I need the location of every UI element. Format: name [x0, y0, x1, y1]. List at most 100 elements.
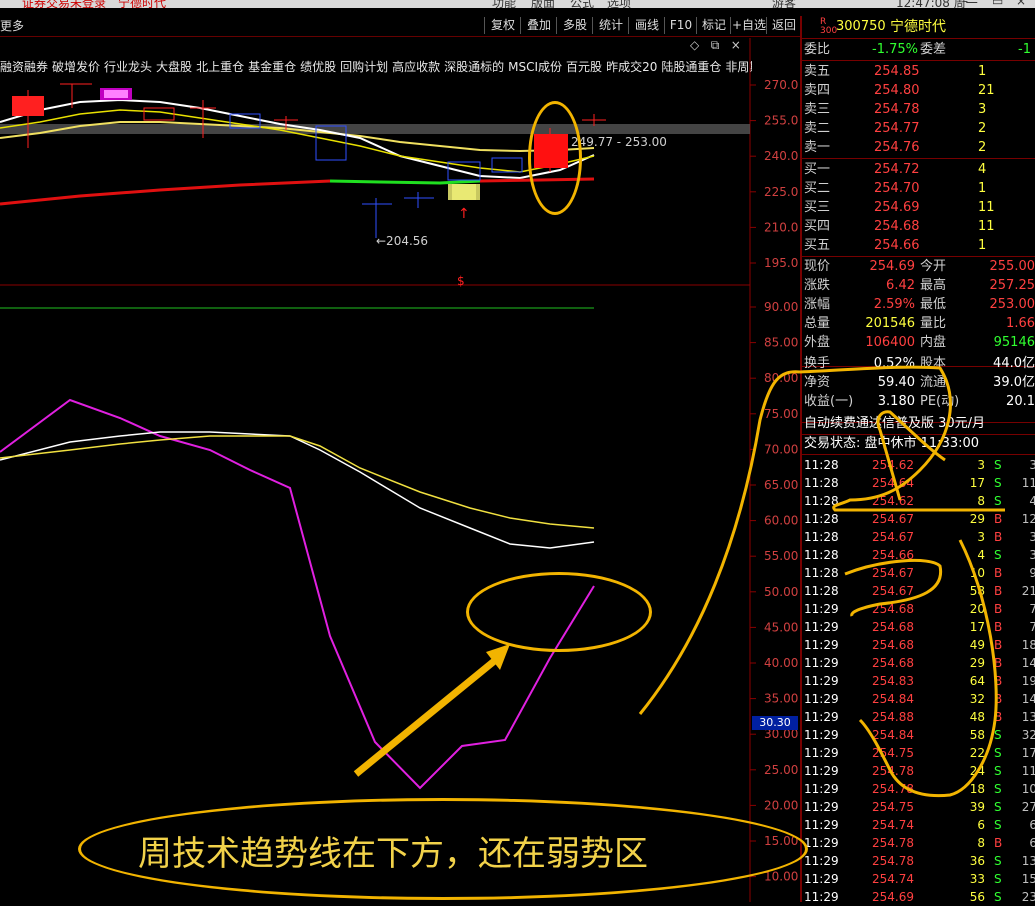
y-tick-label: 45.00 [764, 620, 798, 634]
more-menu[interactable]: 更多 [0, 17, 24, 34]
quote-stat-row: 换手 0.52% 股本 44.0亿 [804, 356, 1035, 371]
quote-stat-row: 涨幅 2.59% 最低 253.00 [804, 297, 1035, 312]
buy-signal-arrow-icon: ↑ [458, 206, 470, 222]
quote-stat-row: 涨跌 6.42 最高 257.25 [804, 278, 1035, 293]
quote-stat-row: 现价 254.69 今开 255.00 [804, 259, 1035, 274]
minimize-icon[interactable]: – [962, 0, 968, 8]
orderbook-row[interactable]: 买三 254.69 11 [802, 198, 1035, 217]
tick-row: 11:28 254.62 8 S 4 [804, 494, 1035, 508]
window-title-bar: 证券交易未登录 宁德时代 功能 版面 公式 选项 游客 12:47:08 周一 … [0, 0, 1035, 8]
menu-item-options[interactable]: 选项 [607, 0, 631, 8]
y-tick-label: 25.00 [764, 763, 798, 777]
chart-area[interactable]: 270.0 255.0 240.0 225.0 210.0 195.0 90.00 85.0… [0, 38, 800, 902]
tick-row: 11:29 254.78 18 S 10 [804, 782, 1035, 796]
tick-row: 11:29 254.68 20 B 7 [804, 602, 1035, 616]
promo-text[interactable]: 自动续费通达信普及版 30元/月 [804, 414, 1035, 433]
y-tick-label: 60.00 [764, 514, 798, 528]
add-watchlist-button[interactable]: +自选 [730, 17, 767, 34]
tick-row: 11:28 254.62 3 S 3 [804, 458, 1035, 472]
candlesticks [12, 83, 606, 238]
tick-row: 11:29 254.78 24 S 11 [804, 764, 1035, 778]
draw-line-button[interactable]: 画线 [628, 17, 665, 34]
quote-panel: R 300 300750 宁德时代 委比 -1.75% 委差 -1 卖五 254.8… [800, 16, 1035, 904]
statistics-button[interactable]: 统计 [592, 17, 629, 34]
quote-stat-row: 净资 59.40 流通 39.0亿 [804, 375, 1035, 390]
orderbook-row[interactable]: 买五 254.66 1 [802, 236, 1035, 255]
trade-state: 交易状态: 盘中休市 11:33:00 [804, 436, 980, 451]
y-tick-label: 85.00 [764, 336, 798, 350]
menu-item-function[interactable]: 功能 [492, 0, 516, 8]
window-title-stock: 宁德时代 [118, 0, 167, 8]
close-icon[interactable]: × [1016, 0, 1026, 8]
y-tick-label: 210.0 [764, 220, 798, 234]
range-annotation: 249.77 - 253.00 [571, 135, 667, 149]
chart-toolbar: 更多 复权 叠加 多股 统计 画线 F10 标记 +自选 返回 [0, 16, 800, 37]
orderbook-row[interactable]: 卖三 254.78 3 [802, 100, 1035, 119]
restore-icon[interactable]: ▭ [992, 0, 1003, 8]
y-tick-label: 50.00 [764, 585, 798, 599]
y-tick-label: 225.0 [764, 185, 798, 199]
multi-stock-button[interactable]: 多股 [556, 17, 593, 34]
mark-button[interactable]: 标记 [696, 17, 731, 34]
y-tick-label: 65.00 [764, 478, 798, 492]
annotation-text: 周技术趋势线在下方，还在弱势区 [138, 834, 648, 874]
annotation-circle-indicator [466, 572, 652, 652]
annotation-circle-candle [528, 101, 582, 215]
indicator-current-value: 30.30 [752, 716, 798, 730]
y-tick-label: 270.0 [764, 78, 798, 92]
tick-row: 11:28 254.67 29 B 12 [804, 512, 1035, 526]
y-tick-label: 40.00 [764, 656, 798, 670]
f10-button[interactable]: F10 [664, 17, 697, 34]
tick-row: 11:29 254.78 8 B 6 [804, 836, 1035, 850]
quote-stat-row: 收益(一) 3.180 PE(动) 20.1 [804, 394, 1035, 409]
low-price-annotation: ←204.56 [376, 234, 428, 248]
orderbook-row[interactable]: 卖一 254.76 2 [802, 138, 1035, 157]
menu-item-formula[interactable]: 公式 [570, 0, 594, 8]
stock-name: 宁德时代 [890, 19, 946, 35]
y-tick-label: 195.0 [764, 256, 798, 270]
window-title-prefix: 证券交易未登录 [22, 0, 107, 8]
ma-line-white [0, 98, 595, 180]
orderbook-row[interactable]: 卖二 254.77 2 [802, 119, 1035, 138]
orderbook-row[interactable]: 买一 254.72 4 [802, 160, 1035, 179]
y-tick-label: 80.00 [764, 371, 798, 385]
weibi-row: 委比 -1.75% 委差 -1 [804, 42, 1031, 57]
ma-line-yellow-2 [0, 109, 595, 173]
tick-row: 11:29 254.83 64 B 19 [804, 674, 1035, 688]
overlay-button[interactable]: 叠加 [520, 17, 557, 34]
tick-row: 11:29 254.69 56 S 23 [804, 890, 1035, 904]
y-tick-label: 75.00 [764, 407, 798, 421]
y-tick-label: 70.00 [764, 442, 798, 456]
orderbook-row[interactable]: 买四 254.68 11 [802, 217, 1035, 236]
tick-row: 11:29 254.68 17 B 7 [804, 620, 1035, 634]
adjust-price-button[interactable]: 复权 [484, 17, 521, 34]
tick-row: 11:29 254.84 58 S 32 [804, 728, 1035, 742]
tick-row: 11:28 254.67 3 B 3 [804, 530, 1035, 544]
tick-row: 11:29 254.68 29 B 14 [804, 656, 1035, 670]
menu-item-layout[interactable]: 版面 [531, 0, 555, 8]
tick-row: 11:29 254.74 6 S 6 [804, 818, 1035, 832]
back-button[interactable]: 返回 [766, 17, 801, 34]
long-ma-green [329, 179, 481, 185]
orderbook-row[interactable]: 卖五 254.85 1 [802, 62, 1035, 81]
stock-code: 300750 [836, 19, 886, 34]
quote-stat-row: 总量 201546 量比 1.66 [804, 316, 1035, 331]
y-tick-label: 255.0 [764, 114, 798, 128]
tick-row: 11:29 254.75 39 S 27 [804, 800, 1035, 814]
tick-row: 11:29 254.68 49 B 18 [804, 638, 1035, 652]
quote-stat-row: 外盘 106400 内盘 95146 [804, 335, 1035, 350]
y-tick-label: 55.00 [764, 549, 798, 563]
tick-row: 11:28 254.67 10 B 9 [804, 566, 1035, 580]
orderbook-row[interactable]: 卖四 254.80 21 [802, 81, 1035, 100]
tick-row: 11:29 254.88 48 B 13 [804, 710, 1035, 724]
tick-row: 11:29 254.74 33 S 15 [804, 872, 1035, 886]
y-tick-label: 240.0 [764, 149, 798, 163]
tick-row: 11:29 254.84 32 B 14 [804, 692, 1035, 706]
quote-header: R 300 300750 宁德时代 [802, 16, 1035, 38]
market-badge: R 300 [820, 17, 838, 36]
y-tick-label: 20.00 [764, 798, 798, 812]
orderbook-row[interactable]: 买二 254.70 1 [802, 179, 1035, 198]
indicator-line-white [0, 431, 595, 549]
y-tick-label: 35.00 [764, 692, 798, 706]
login-status: 游客 [772, 0, 797, 8]
